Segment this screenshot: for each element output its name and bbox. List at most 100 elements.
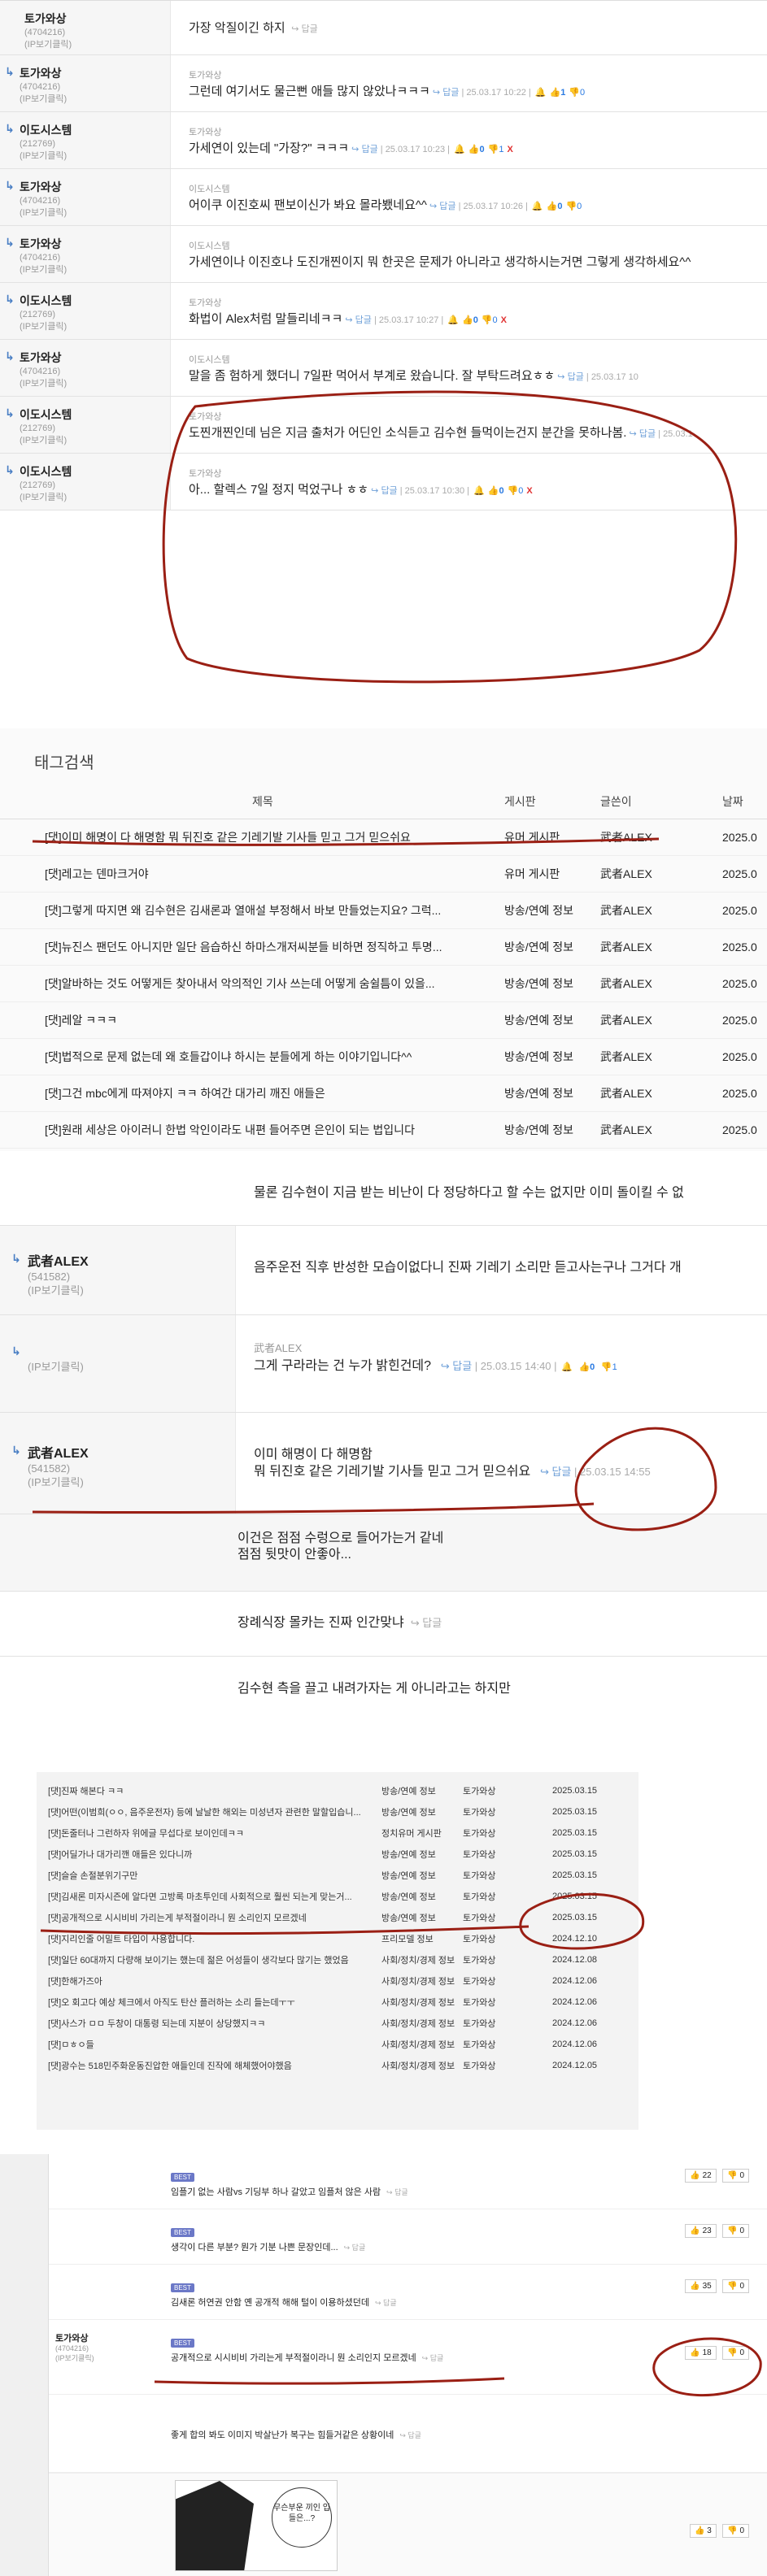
post-title-link[interactable]: [댓]뉴진스 팬던도 아니지만 일단 음습하신 하마스개저씨분들 비하면 정직하… xyxy=(0,928,504,966)
post-board[interactable]: 방송/연예 정보 xyxy=(381,1907,463,1928)
post-title-link[interactable]: [댓]공개적으로 시시비비 가리는게 부적절이라니 뭔 소리인지 모르겠네 xyxy=(48,1907,381,1928)
ip-view-link[interactable]: (IP보기클릭) xyxy=(20,264,163,276)
reply-link[interactable]: ↪ 답글 xyxy=(351,145,378,154)
ip-view-link[interactable]: (IP보기클릭) xyxy=(28,1475,229,1489)
table-row[interactable]: [댓]광수는 518민주화운동진압한 애들인데 진작에 해체했어야했음 사회/정… xyxy=(48,2055,627,2076)
post-board[interactable]: 프리모델 정보 xyxy=(381,1928,463,1949)
reply-link[interactable]: ↪ 답글 xyxy=(630,429,656,439)
ip-view-link[interactable]: (IP보기클릭) xyxy=(20,492,163,504)
ip-view-link[interactable]: (IP보기클릭) xyxy=(55,2352,153,2363)
table-row[interactable]: [댓]슬슬 손절분위기구만 방송/연예 정보 토가와상 2025.03.15 xyxy=(48,1865,627,1886)
post-board[interactable]: 방송/연예 정보 xyxy=(381,1780,463,1801)
downvote-button[interactable]: 👎0 xyxy=(482,315,498,325)
post-writer[interactable]: 토가와상 xyxy=(463,1928,552,1949)
alert-icon[interactable]: 🔔 xyxy=(532,201,543,211)
table-row[interactable]: [댓]오 회고다 예상 체크에서 아직도 탄산 플러하는 소리 들는데ㅜㅜ 사회… xyxy=(48,1992,627,2013)
author-name[interactable]: 이도시스템 xyxy=(20,293,163,309)
post-writer[interactable]: 武者ALEX xyxy=(600,892,722,929)
post-board[interactable]: 방송/연예 정보 xyxy=(381,1886,463,1907)
upvote-button[interactable]: 👍0 xyxy=(547,201,563,211)
author-name[interactable]: 이도시스템 xyxy=(20,122,163,138)
ip-view-link[interactable]: (IP보기클릭) xyxy=(20,150,163,163)
downvote-button[interactable]: 👎 0 xyxy=(722,2224,749,2238)
post-board[interactable]: 방송/연예 정보 xyxy=(504,965,600,1002)
table-row[interactable]: [댓]레알 ㅋㅋㅋ 방송/연예 정보 武者ALEX 2025.0 xyxy=(0,1001,767,1039)
reply-link[interactable]: ↪ 답글 xyxy=(373,2299,397,2307)
post-title-link[interactable]: [댓]진짜 해본다 ㅋㅋ xyxy=(48,1780,381,1801)
table-row[interactable]: [댓]원래 세상은 아이러니 한법 악인이라도 내편 들어주면 은인이 되는 법… xyxy=(0,1111,767,1149)
post-board[interactable]: 방송/연예 정보 xyxy=(504,928,600,966)
author-name[interactable]: 武者ALEX xyxy=(28,1250,229,1270)
post-board[interactable]: 방송/연예 정보 xyxy=(504,1111,600,1149)
upvote-button[interactable]: 👍 23 xyxy=(685,2224,717,2238)
post-board[interactable]: 방송/연예 정보 xyxy=(504,1001,600,1039)
post-writer[interactable]: 武者ALEX xyxy=(600,1111,722,1149)
downvote-button[interactable]: 👎0 xyxy=(569,87,585,98)
post-title-link[interactable]: [댓]이미 해명이 다 해명함 뭐 뒤진호 같은 기레기발 기사들 믿고 그거 … xyxy=(0,819,504,856)
post-title-link[interactable]: [댓]그건 mbc에게 따져야지 ㅋㅋ 하여간 대가리 깨진 애들은 xyxy=(0,1075,504,1112)
alert-icon[interactable]: 🔔 xyxy=(561,1362,573,1372)
table-row[interactable]: [댓]공개적으로 시시비비 가리는게 부적절이라니 뭔 소리인지 모르겠네 방송… xyxy=(48,1907,627,1928)
reply-link[interactable]: ↪ 답글 xyxy=(433,88,460,98)
reply-link[interactable]: ↪ 답글 xyxy=(429,202,456,211)
ip-view-link[interactable]: (IP보기클릭) xyxy=(20,321,163,333)
ip-view-link[interactable]: (IP보기클릭) xyxy=(28,1284,229,1297)
author-name[interactable]: 토가와상 xyxy=(24,11,163,27)
post-title-link[interactable]: [댓]오 회고다 예상 체크에서 아직도 탄산 플러하는 소리 들는데ㅜㅜ xyxy=(48,1992,381,2013)
alert-icon[interactable]: 🔔 xyxy=(473,485,485,496)
downvote-button[interactable]: 👎 0 xyxy=(722,2524,749,2538)
post-writer[interactable]: 武者ALEX xyxy=(600,819,722,856)
downvote-button[interactable]: 👎0 xyxy=(508,485,524,496)
downvote-button[interactable]: 👎 0 xyxy=(722,2346,749,2360)
table-row[interactable]: [댓]그건 mbc에게 따져야지 ㅋㅋ 하여간 대가리 깨진 애들은 방송/연예… xyxy=(0,1075,767,1112)
ip-view-link[interactable]: (IP보기클릭) xyxy=(20,435,163,447)
post-title-link[interactable]: [댓]한해가즈아 xyxy=(48,1970,381,1992)
post-title-link[interactable]: [댓]어딜가나 대가리깬 애들은 있다니까 xyxy=(48,1844,381,1865)
reply-link[interactable]: ↪ 답글 xyxy=(385,2188,408,2196)
upvote-button[interactable]: 👍0 xyxy=(468,144,485,154)
post-writer[interactable]: 토가와상 xyxy=(463,2013,552,2034)
upvote-button[interactable]: 👍0 xyxy=(488,485,504,496)
post-title-link[interactable]: [댓]김새론 미자시즌에 알다면 고방록 마초투인데 사회적으로 훨씬 되는게 … xyxy=(48,1886,381,1907)
ip-view-link[interactable]: (IP보기클릭) xyxy=(20,378,163,390)
table-row[interactable]: [댓]한해가즈아 사회/정치/경제 정보 토가와상 2024.12.06 xyxy=(48,1970,627,1992)
post-writer[interactable]: 토가와상 xyxy=(463,2055,552,2076)
post-writer[interactable]: 토가와상 xyxy=(463,1992,552,2013)
delete-button[interactable]: X xyxy=(507,145,512,154)
upvote-button[interactable]: 👍 3 xyxy=(689,2524,717,2538)
post-title-link[interactable]: [댓]레알 ㅋㅋㅋ xyxy=(0,1001,504,1039)
author-name[interactable]: 이도시스템 xyxy=(20,463,163,480)
post-title-link[interactable]: [댓]레고는 덴마크거야 xyxy=(0,855,504,893)
ip-view-link[interactable]: (IP보기클릭) xyxy=(20,207,163,219)
table-row[interactable]: [댓]어떤(이범희(ㅇㅇ, 음주운전자) 등에 날날한 해외는 미성년자 관련한… xyxy=(48,1801,627,1822)
alert-icon[interactable]: 🔔 xyxy=(447,315,459,325)
alert-icon[interactable]: 🔔 xyxy=(454,144,465,154)
post-title-link[interactable]: [댓]광수는 518민주화운동진압한 애들인데 진작에 해체했어야했음 xyxy=(48,2055,381,2076)
table-row[interactable]: [댓]법적으로 문제 없는데 왜 호들갑이냐 하시는 분들에게 하는 이야기입니… xyxy=(0,1038,767,1075)
post-title-link[interactable]: [댓]돈줄터나 그런하자 위에글 무섭다로 보이인데ㅋㅋ xyxy=(48,1822,381,1844)
reply-link[interactable]: ↪ 답글 xyxy=(398,2431,421,2439)
upvote-button[interactable]: 👍 35 xyxy=(685,2279,717,2293)
table-row[interactable]: [댓]ㅁㅎㅇ들 사회/정치/경제 정보 토가와상 2024.12.06 xyxy=(48,2034,627,2055)
post-writer[interactable]: 武者ALEX xyxy=(600,965,722,1002)
table-row[interactable]: [댓]이미 해명이 다 해명함 뭐 뒤진호 같은 기레기발 기사들 믿고 그거 … xyxy=(0,819,767,856)
delete-button[interactable]: X xyxy=(526,486,532,496)
post-title-link[interactable]: [댓]ㅁㅎㅇ들 xyxy=(48,2034,381,2055)
table-row[interactable]: [댓]진짜 해본다 ㅋㅋ 방송/연예 정보 토가와상 2025.03.15 xyxy=(48,1780,627,1801)
table-row[interactable]: [댓]어딜가나 대가리깬 애들은 있다니까 방송/연예 정보 토가와상 2025… xyxy=(48,1844,627,1865)
post-writer[interactable]: 토가와상 xyxy=(463,1801,552,1822)
table-row[interactable]: [댓]레고는 덴마크거야 유머 게시판 武者ALEX 2025.0 xyxy=(0,855,767,893)
post-board[interactable]: 사회/정치/경제 정보 xyxy=(381,1992,463,2013)
alert-icon[interactable]: 🔔 xyxy=(535,87,547,98)
author-name[interactable]: 토가와상 xyxy=(20,236,163,252)
post-title-link[interactable]: [댓]어떤(이범희(ㅇㅇ, 음주운전자) 등에 날날한 해외는 미성년자 관련한… xyxy=(48,1801,381,1822)
reply-link[interactable]: ↪ 답글 xyxy=(557,372,584,382)
post-writer[interactable]: 토가와상 xyxy=(463,1886,552,1907)
table-row[interactable]: [댓]알바하는 것도 어떻게든 찾아내서 악의적인 기사 쓰는데 어떻게 숨쉴틈… xyxy=(0,965,767,1002)
table-row[interactable]: [댓]뉴진스 팬던도 아니지만 일단 음습하신 하마스개저씨분들 비하면 정직하… xyxy=(0,928,767,966)
reply-link[interactable]: ↪ 답글 xyxy=(289,24,318,34)
author-name[interactable]: 토가와상 xyxy=(20,350,163,366)
post-title-link[interactable]: [댓]법적으로 문제 없는데 왜 호들갑이냐 하시는 분들에게 하는 이야기입니… xyxy=(0,1038,504,1075)
post-title-link[interactable]: [댓]알바하는 것도 어떻게든 찾아내서 악의적인 기사 쓰는데 어떻게 숨쉴틈… xyxy=(0,965,504,1002)
ip-view-link[interactable]: (IP보기클릭) xyxy=(28,1361,229,1373)
